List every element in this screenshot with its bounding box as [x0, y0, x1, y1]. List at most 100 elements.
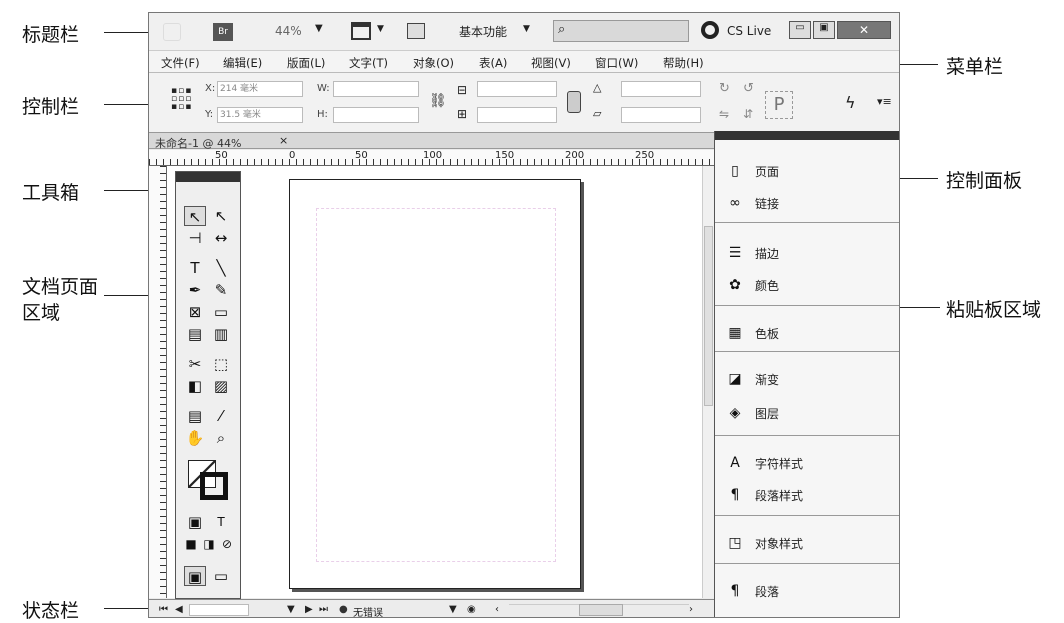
first-page-icon[interactable]: ⏮ — [159, 604, 168, 615]
shear-field[interactable] — [621, 107, 701, 123]
next-page-icon[interactable]: ▶ — [305, 604, 313, 615]
x-field[interactable]: 214 毫米 — [217, 81, 303, 97]
menu-type[interactable]: 文字(T) — [349, 55, 388, 71]
chevron-down-icon[interactable]: ▼ — [449, 604, 457, 615]
constrain-proportions-icon[interactable]: ⛓ — [429, 93, 447, 109]
bridge-button[interactable]: Br — [213, 23, 233, 41]
horizontal-ruler[interactable]: 50 0 50 100 150 200 250 — [149, 150, 714, 166]
rotate-counterclockwise-icon[interactable]: ↺ — [743, 81, 754, 96]
scroll-left-icon[interactable]: ‹ — [495, 604, 499, 615]
menu-layout[interactable]: 版面(L) — [287, 55, 325, 71]
preview-mode-icon[interactable]: ▭ — [210, 566, 232, 586]
maximize-button[interactable]: ▣ — [813, 21, 835, 39]
menu-table[interactable]: 表(A) — [479, 55, 507, 71]
page-number-field[interactable] — [189, 604, 249, 616]
document-tab[interactable]: 未命名-1 @ 44% × — [149, 133, 714, 150]
quick-apply-icon[interactable]: ϟ — [845, 93, 856, 112]
formatting-text-icon[interactable]: T — [210, 512, 232, 532]
cs-live-label[interactable]: CS Live — [727, 24, 771, 38]
close-tab-icon[interactable]: × — [279, 134, 288, 147]
rotate-clockwise-icon[interactable]: ↻ — [719, 81, 730, 96]
panel-dock-header[interactable] — [715, 131, 899, 140]
vertical-ruler[interactable] — [149, 166, 167, 598]
panel-item-pages[interactable]: ▯ 页面 — [715, 157, 899, 185]
panel-item-layers[interactable]: ◈ 图层 — [715, 399, 899, 427]
eyedropper-tool-icon[interactable]: ⁄ — [210, 406, 232, 426]
panel-item-stroke[interactable]: ☰ 描边 — [715, 239, 899, 267]
selection-tool-icon[interactable]: ↖ — [184, 206, 206, 226]
formatting-container-icon[interactable]: ▣ — [184, 512, 206, 532]
gap-tool-icon[interactable]: ↔ — [210, 228, 232, 248]
zoom-level[interactable]: 44% — [275, 24, 302, 38]
preflight-menu-icon[interactable]: ◉ — [467, 604, 476, 615]
h-label: H: — [317, 109, 328, 120]
scale-y-field[interactable] — [477, 107, 557, 123]
panel-item-paragraph[interactable]: ¶ 段落 — [715, 577, 899, 605]
gradient-feather-tool-icon[interactable]: ▨ — [210, 376, 232, 396]
gradient-swatch-tool-icon[interactable]: ◧ — [184, 376, 206, 396]
rectangle-tool-icon[interactable]: ▭ — [210, 302, 232, 322]
prev-page-icon[interactable]: ◀ — [175, 604, 183, 615]
normal-view-icon[interactable]: ▣ — [184, 566, 206, 586]
scale-x-field[interactable] — [477, 81, 557, 97]
cs-live-icon[interactable] — [701, 21, 719, 39]
panel-item-object-styles[interactable]: ◳ 对象样式 — [715, 529, 899, 557]
panel-item-swatches[interactable]: ▦ 色板 — [715, 319, 899, 347]
menu-file[interactable]: 文件(F) — [161, 55, 200, 71]
menu-object[interactable]: 对象(O) — [413, 55, 454, 71]
document-page[interactable] — [289, 179, 581, 589]
horizontal-grid-tool-icon[interactable]: ▤ — [184, 324, 206, 344]
menu-help[interactable]: 帮助(H) — [663, 55, 704, 71]
pencil-tool-icon[interactable]: ✎ — [210, 280, 232, 300]
rectangle-frame-tool-icon[interactable]: ⊠ — [184, 302, 206, 322]
close-button[interactable]: ✕ — [837, 21, 891, 39]
zoom-tool-icon[interactable]: ⌕ — [210, 428, 232, 448]
rotate-field[interactable] — [621, 81, 701, 97]
menu-view[interactable]: 视图(V) — [531, 55, 571, 71]
flip-horizontal-icon[interactable]: ⇋ — [719, 107, 729, 121]
panel-item-links[interactable]: ∞ 链接 — [715, 189, 899, 217]
hand-tool-icon[interactable]: ✋ — [184, 428, 206, 448]
scroll-right-icon[interactable]: › — [689, 604, 693, 615]
chevron-down-icon[interactable]: ▼ — [523, 24, 530, 34]
scroll-thumb[interactable] — [704, 226, 713, 406]
note-tool-icon[interactable]: ▤ — [184, 406, 206, 426]
chevron-down-icon[interactable]: ▼ — [377, 24, 384, 34]
vertical-grid-tool-icon[interactable]: ▥ — [210, 324, 232, 344]
minimize-button[interactable]: ▭ — [789, 21, 811, 39]
arrange-documents-icon[interactable] — [407, 23, 425, 39]
panel-menu-icon[interactable]: ▾≡ — [877, 95, 892, 108]
menu-edit[interactable]: 编辑(E) — [223, 55, 262, 71]
direct-selection-tool-icon[interactable]: ↖ — [210, 206, 232, 226]
chevron-down-icon[interactable]: ▼ — [315, 23, 323, 34]
workspace-switcher[interactable]: 基本功能 — [459, 23, 507, 40]
scissors-tool-icon[interactable]: ✂ — [184, 354, 206, 374]
pen-tool-icon[interactable]: ✒ — [184, 280, 206, 300]
type-tool-icon[interactable]: T — [184, 258, 206, 278]
toolbox-header[interactable] — [176, 172, 240, 182]
fill-stroke-swatch-icon[interactable] — [188, 460, 228, 500]
screen-mode-icon[interactable] — [351, 22, 371, 40]
last-page-icon[interactable]: ⏭ — [319, 604, 328, 615]
search-input[interactable]: ⌕ — [553, 20, 689, 42]
y-field[interactable]: 31.5 毫米 — [217, 107, 303, 123]
height-field[interactable] — [333, 107, 419, 123]
line-tool-icon[interactable]: ╲ — [210, 258, 232, 278]
panel-item-gradient[interactable]: ◪ 渐变 — [715, 365, 899, 393]
panel-item-paragraph-styles[interactable]: ¶ 段落样式 — [715, 481, 899, 509]
page-tool-icon[interactable]: ⊣ — [184, 228, 206, 248]
preflight-status[interactable]: 无错误 — [353, 604, 383, 617]
panel-item-color[interactable]: ✿ 颜色 — [715, 271, 899, 299]
constrain-scale-icon[interactable] — [567, 91, 581, 113]
apply-none-icon[interactable]: ⊘ — [216, 534, 238, 554]
scroll-thumb[interactable] — [579, 604, 623, 616]
menu-window[interactable]: 窗口(W) — [595, 55, 638, 71]
free-transform-tool-icon[interactable]: ⬚ — [210, 354, 232, 374]
reference-point-icon[interactable]: ▪▫▪ ▫▫▫ ▪▫▪ — [171, 87, 193, 113]
panel-item-character-styles[interactable]: A 字符样式 — [715, 449, 899, 477]
flip-vertical-icon[interactable]: ⇵ — [743, 107, 753, 121]
vertical-scrollbar[interactable] — [702, 166, 714, 598]
width-field[interactable] — [333, 81, 419, 97]
stroke-swatch-icon[interactable] — [200, 472, 228, 500]
chevron-down-icon[interactable]: ▼ — [287, 604, 295, 615]
